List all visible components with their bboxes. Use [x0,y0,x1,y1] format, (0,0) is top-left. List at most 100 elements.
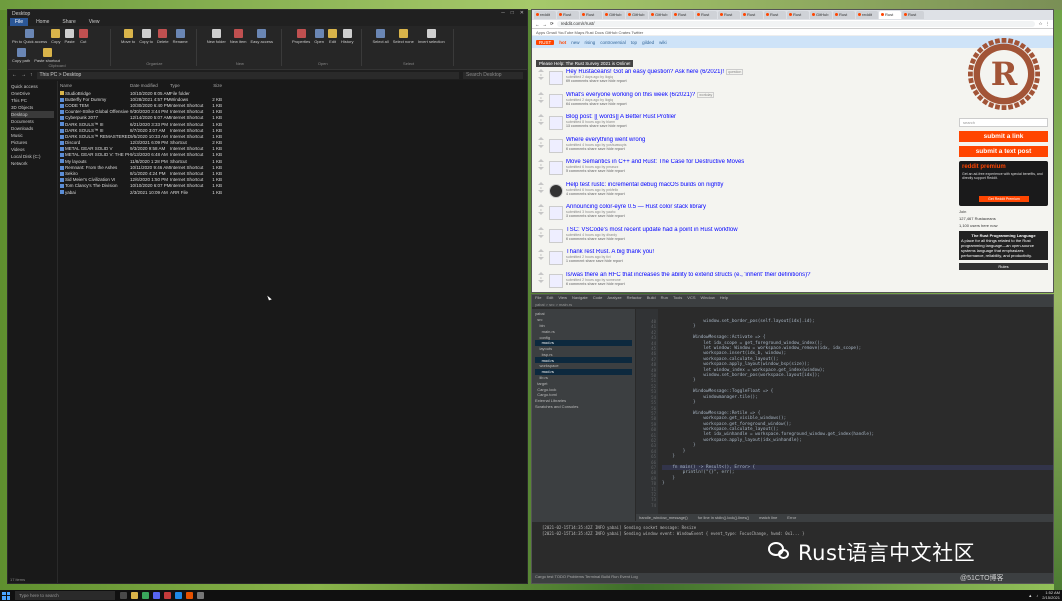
ribbon-button[interactable]: Pin to Quick access [12,29,47,44]
taskbar-search[interactable]: Type here to search [15,591,115,600]
ide-menu-item[interactable]: File [535,295,541,300]
ide-menu-item[interactable]: Refactor [627,295,642,300]
ribbon-button[interactable]: History [341,29,353,44]
tab-share[interactable]: Share [57,18,80,26]
reload-icon[interactable]: ⟳ [550,21,554,27]
sort-tab-rising[interactable]: rising [585,40,596,45]
vscode-icon[interactable] [175,592,182,599]
post-thumbnail[interactable] [549,161,563,175]
ribbon-button[interactable]: Select all [372,29,389,44]
nav-item[interactable]: Desktop [11,111,54,118]
column-name[interactable]: Name [60,83,130,88]
ribbon-button[interactable]: Cut [78,29,88,44]
browser-tab[interactable]: Rust [879,11,901,19]
maximize-icon[interactable]: □ [511,10,514,16]
sort-tab-hot[interactable]: hot [559,40,566,45]
browser-tab[interactable]: GitHub [649,11,671,19]
browser-tab[interactable]: Rust [580,11,602,19]
submit-text-button[interactable]: submit a text post [959,146,1048,157]
url-bar[interactable]: reddit.com/r/rust/ [556,21,1036,27]
ribbon-button[interactable]: Copy [51,29,60,44]
nav-item[interactable]: Quick access [11,83,54,90]
downvote-icon[interactable] [538,212,544,215]
ide-menu-item[interactable]: Run [661,295,668,300]
volume-icon[interactable]: ♪ [1036,593,1038,598]
post-title-link[interactable]: Is/was there an RFC that increases the a… [566,272,810,278]
browser-tab[interactable]: Rust [741,11,763,19]
downvote-icon[interactable] [538,77,544,80]
project-tree-item[interactable]: Scratches and Consoles [535,404,632,410]
post-title-link[interactable]: Where everything went wrong [566,137,645,143]
downvote-icon[interactable] [538,99,544,103]
ribbon-button[interactable]: Move to [121,29,135,44]
browser-tab[interactable]: Rust [764,11,786,19]
tab-home[interactable]: Home [31,18,54,26]
terminal-icon[interactable] [197,592,204,599]
nav-item[interactable]: Local Disk (C:) [11,153,54,160]
ribbon-button[interactable]: Open [314,29,324,44]
sort-tab-new[interactable]: new [571,40,579,45]
subreddit-name[interactable]: RUST [536,39,555,45]
minimize-icon[interactable]: ─ [501,10,505,16]
sort-tab-top[interactable]: top [631,40,637,45]
post-thumbnail[interactable] [549,228,563,243]
search-input[interactable]: Search Desktop [463,71,523,79]
intellij-icon[interactable] [186,592,193,599]
ide-navigation-bar[interactable]: yabai > src > main.rs [532,301,1053,308]
post-thumbnail[interactable] [549,251,563,265]
post-actions[interactable]: 3 comments share save hide report [566,214,948,218]
ide-menu-item[interactable]: Build [647,295,656,300]
clock[interactable]: 1:52 AM 2/15/2021 [1042,590,1060,600]
column-type[interactable]: Type [170,83,204,88]
start-button[interactable] [2,591,10,600]
ribbon-button[interactable]: Invert selection [418,29,445,44]
task-view-icon[interactable] [120,592,127,599]
post-thumbnail[interactable] [549,183,563,198]
ribbon-button[interactable]: Properties [292,29,310,44]
browser-tab[interactable]: Rust [672,11,694,19]
ribbon-button[interactable]: Paste shortcut [34,48,60,63]
code-area[interactable]: window.set_border_pos(self.layout[idx].i… [662,319,1053,508]
browser-tab[interactable]: GitHub [603,11,625,19]
column-date[interactable]: Date modified [130,83,170,88]
sidebar-search-input[interactable]: search [959,118,1048,127]
ribbon-button[interactable]: New folder [207,29,226,44]
post-actions[interactable]: 69 comments share save hide report [566,79,948,83]
breadcrumb-item[interactable]: for line in stdin().lock().lines() [698,515,749,520]
nav-item[interactable]: Videos [11,146,54,153]
browser-tab[interactable]: Rust [695,11,717,19]
ribbon-button[interactable]: Copy path [12,48,30,63]
ide-menu-item[interactable]: Window [701,295,715,300]
browser-tab[interactable]: reddit [856,11,878,19]
browser-tab[interactable]: reddit [534,11,556,19]
breadcrumb-item[interactable]: handle_window_message() [639,515,688,520]
ide-menu-item[interactable]: Analyze [607,295,621,300]
ide-menu-item[interactable]: Code [593,295,603,300]
file-explorer-icon[interactable] [131,592,138,599]
nav-item[interactable]: Downloads [11,125,54,132]
ribbon-button[interactable]: Select none [393,29,414,44]
ide-menu-item[interactable]: VCS [687,295,695,300]
browser-tab[interactable]: GitHub [810,11,832,19]
ide-menu-item[interactable]: View [558,295,567,300]
nav-item[interactable]: Pictures [11,139,54,146]
code-line[interactable] [662,503,1053,508]
ribbon-button[interactable]: Rename [173,29,188,44]
post-title-link[interactable]: Help test rustc: incremental debug macOS… [566,182,723,188]
post-actions[interactable]: 64 comments share save hide report [566,102,948,106]
ide-menu-item[interactable]: Navigate [572,295,588,300]
forward-icon[interactable]: → [543,22,548,27]
nav-item[interactable]: Documents [11,118,54,125]
menu-icon[interactable]: ⋮ [1046,21,1051,27]
breadcrumb-item[interactable]: match line [759,515,777,520]
post-thumbnail[interactable] [549,206,563,220]
browser-tab[interactable]: Rust [787,11,809,19]
nav-item[interactable]: This PC [11,97,54,104]
browser-tab[interactable]: Rust [902,11,924,19]
post-actions[interactable]: 4 comments share save hide report [566,192,948,196]
post-thumbnail[interactable] [549,71,563,85]
ribbon-button[interactable]: Edit [328,29,337,44]
ribbon-button[interactable]: Easy access [251,29,273,44]
browser-tab[interactable]: Rust [557,11,579,19]
ribbon-button[interactable]: Delete [157,29,169,44]
